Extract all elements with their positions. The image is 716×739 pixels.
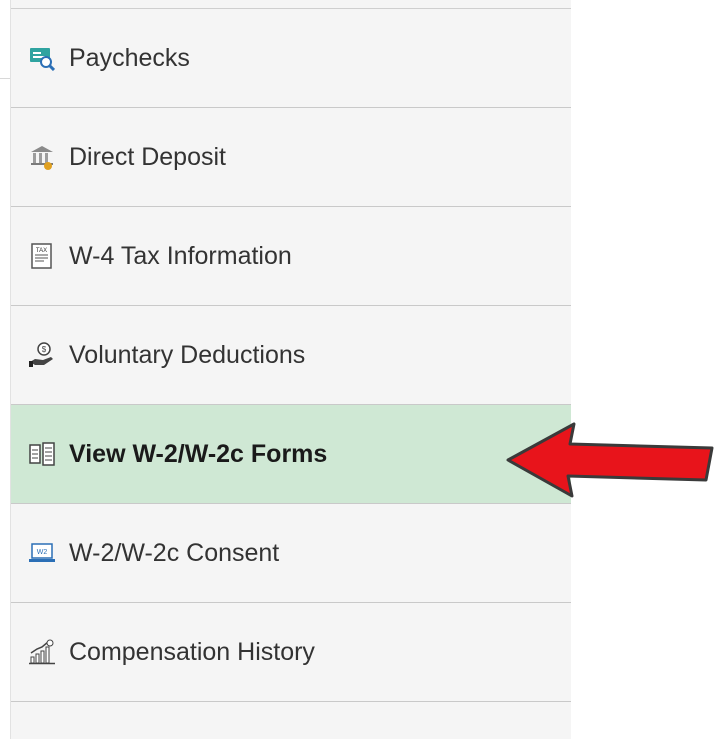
menu-item-direct-deposit[interactable]: Direct Deposit	[11, 108, 571, 207]
menu-item-paychecks[interactable]: Paychecks	[11, 9, 571, 108]
outer-divider	[0, 78, 10, 79]
hand-dollar-icon: $	[29, 342, 55, 368]
menu-item-view-w2-forms[interactable]: View W-2/W-2c Forms	[11, 405, 571, 504]
svg-text:$: $	[42, 345, 47, 354]
w2-icon-text: W2	[37, 549, 48, 556]
tax-form-icon: TAX	[29, 243, 55, 269]
bank-icon	[29, 144, 55, 170]
forms-icon	[29, 441, 55, 467]
paycheck-search-icon	[29, 45, 55, 71]
menu-item-w4-tax-information[interactable]: TAX W-4 Tax Information	[11, 207, 571, 306]
menu-item-label: Voluntary Deductions	[69, 340, 306, 369]
annotation-arrow	[506, 422, 714, 498]
side-menu: Paychecks Direct Deposit TAX W-4 Tax Inf…	[10, 0, 571, 739]
menu-item-label: View W-2/W-2c Forms	[69, 439, 328, 468]
tax-icon-text: TAX	[36, 248, 47, 254]
menu-item-voluntary-deductions[interactable]: $ Voluntary Deductions	[11, 306, 571, 405]
chart-growth-icon	[29, 639, 55, 665]
menu-item-label: Direct Deposit	[69, 142, 226, 171]
menu-item-label: W-4 Tax Information	[69, 241, 292, 270]
menu-item-w2-consent[interactable]: W2 W-2/W-2c Consent	[11, 504, 571, 603]
w2-laptop-icon: W2	[29, 540, 55, 566]
menu-item-label: W-2/W-2c Consent	[69, 538, 280, 567]
menu-item-label: Paychecks	[69, 43, 190, 72]
menu-item-label: Compensation History	[69, 637, 315, 666]
menu-item-compensation-history[interactable]: Compensation History	[11, 603, 571, 702]
